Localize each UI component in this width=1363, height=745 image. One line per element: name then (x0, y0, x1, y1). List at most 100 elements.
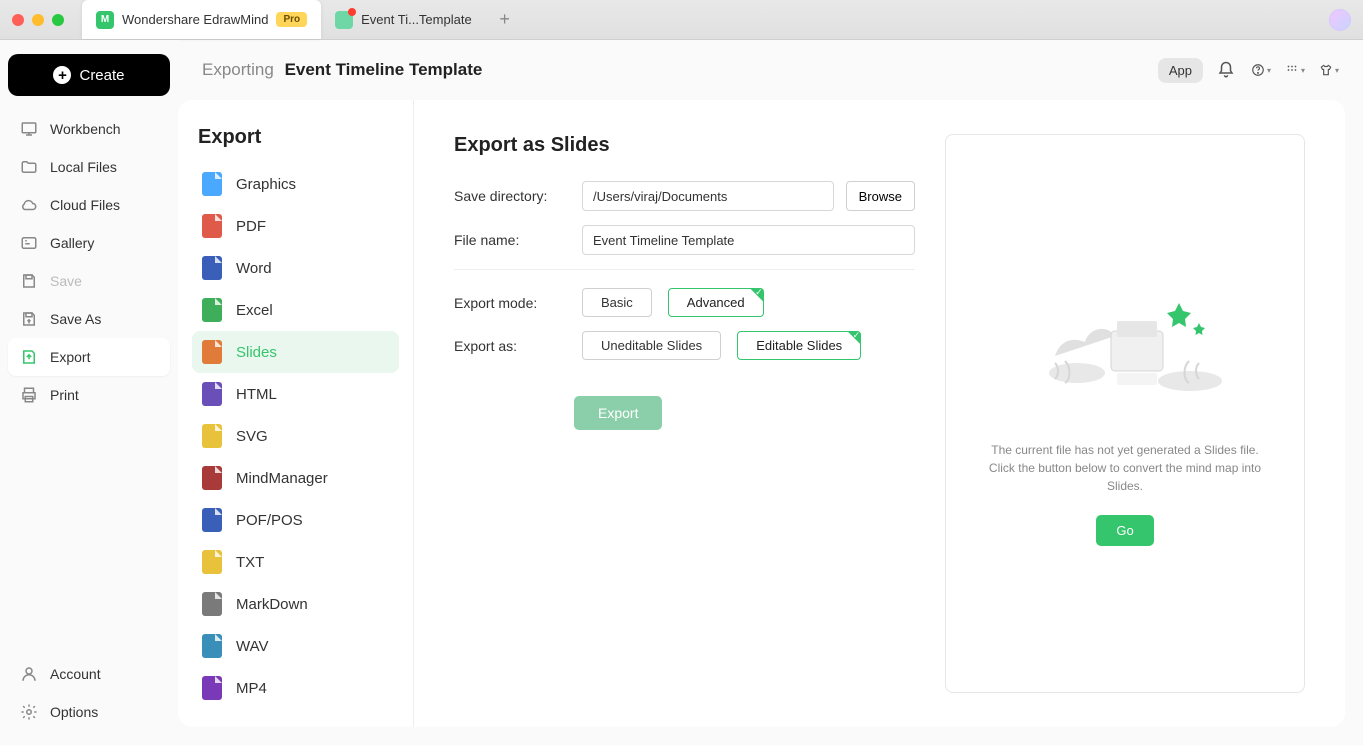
nav-label: Print (50, 387, 79, 403)
breadcrumb-document: Event Timeline Template (285, 60, 483, 79)
format-word[interactable]: Word (192, 247, 399, 289)
graphics-icon (202, 172, 222, 196)
sidebar-item-gallery[interactable]: Gallery (8, 224, 170, 262)
sidebar: + Create Workbench Local Files Cloud Fil… (0, 40, 178, 745)
slides-icon (202, 340, 222, 364)
nav-label: Options (50, 704, 98, 720)
svg-icon (202, 424, 222, 448)
html-icon (202, 382, 222, 406)
sidebar-item-workbench[interactable]: Workbench (8, 110, 170, 148)
window-tabs: M Wondershare EdrawMind Pro Event Ti...T… (82, 0, 518, 39)
save-as-icon (20, 310, 38, 328)
document-icon (335, 11, 353, 29)
form-title: Export as Slides (454, 134, 915, 157)
format-svg[interactable]: SVG (192, 415, 399, 457)
as-editable-button[interactable]: Editable Slides (737, 331, 861, 360)
format-graphics[interactable]: Graphics (192, 163, 399, 205)
folder-icon (20, 158, 38, 176)
print-icon (20, 386, 38, 404)
format-label: TXT (236, 554, 264, 571)
nav-label: Cloud Files (50, 197, 120, 213)
format-label: MarkDown (236, 596, 308, 613)
window-titlebar: M Wondershare EdrawMind Pro Event Ti...T… (0, 0, 1363, 40)
sidebar-item-export[interactable]: Export (8, 338, 170, 376)
mode-advanced-button[interactable]: Advanced (668, 288, 764, 317)
word-icon (202, 256, 222, 280)
divider (454, 269, 915, 270)
workbench-icon (20, 120, 38, 138)
help-icon[interactable]: ▾ (1251, 60, 1271, 80)
nav-label: Workbench (50, 121, 121, 137)
save-dir-input[interactable] (582, 181, 834, 211)
minimize-button[interactable] (32, 14, 44, 26)
breadcrumb-prefix: Exporting (202, 60, 274, 79)
format-html[interactable]: HTML (192, 373, 399, 415)
app-icon: M (96, 11, 114, 29)
sidebar-item-account[interactable]: Account (8, 655, 170, 693)
as-uneditable-button[interactable]: Uneditable Slides (582, 331, 721, 360)
sidebar-item-save-as[interactable]: Save As (8, 300, 170, 338)
format-txt[interactable]: TXT (192, 541, 399, 583)
format-label: HTML (236, 386, 277, 403)
user-avatar[interactable] (1329, 9, 1351, 31)
excel-icon (202, 298, 222, 322)
export-button[interactable]: Export (574, 396, 662, 430)
format-label: Slides (236, 344, 277, 361)
bell-icon[interactable] (1217, 60, 1237, 80)
format-label: Graphics (236, 176, 296, 193)
tab-label: Event Ti...Template (361, 12, 472, 27)
breadcrumb: Exporting Event Timeline Template (202, 60, 482, 80)
tab-app[interactable]: M Wondershare EdrawMind Pro (82, 0, 321, 39)
format-mindmanager[interactable]: MindManager (192, 457, 399, 499)
sidebar-item-local-files[interactable]: Local Files (8, 148, 170, 186)
pro-badge: Pro (276, 12, 307, 27)
wav-icon (202, 634, 222, 658)
export-icon (20, 348, 38, 366)
save-icon (20, 272, 38, 290)
mp4-icon (202, 676, 222, 700)
close-button[interactable] (12, 14, 24, 26)
topbar: Exporting Event Timeline Template App ▾ … (178, 40, 1363, 100)
format-label: MP4 (236, 680, 267, 697)
file-name-input[interactable] (582, 225, 915, 255)
mindmanager-icon (202, 466, 222, 490)
nav-label: Account (50, 666, 101, 682)
format-markdown[interactable]: MarkDown (192, 583, 399, 625)
mode-basic-button[interactable]: Basic (582, 288, 652, 317)
browse-button[interactable]: Browse (846, 181, 915, 211)
format-pofpos[interactable]: POF/POS (192, 499, 399, 541)
nav-label: Save As (50, 311, 101, 327)
format-excel[interactable]: Excel (192, 289, 399, 331)
gallery-icon (20, 234, 38, 252)
format-label: WAV (236, 638, 269, 655)
create-button[interactable]: + Create (8, 54, 170, 96)
go-button[interactable]: Go (1096, 515, 1153, 546)
markdown-icon (202, 592, 222, 616)
content-area: Exporting Event Timeline Template App ▾ … (178, 40, 1363, 745)
new-tab-button[interactable]: + (492, 7, 518, 33)
preview-pane: The current file has not yet generated a… (945, 134, 1305, 693)
grid-icon[interactable]: ▾ (1285, 60, 1305, 80)
sidebar-item-save: Save (8, 262, 170, 300)
sidebar-item-cloud-files[interactable]: Cloud Files (8, 186, 170, 224)
create-label: Create (79, 67, 124, 84)
app-chip[interactable]: App (1158, 58, 1203, 83)
export-title: Export (198, 126, 399, 149)
maximize-button[interactable] (52, 14, 64, 26)
tab-document[interactable]: Event Ti...Template (321, 0, 486, 39)
sidebar-item-print[interactable]: Print (8, 376, 170, 414)
plus-icon: + (53, 66, 71, 84)
format-wav[interactable]: WAV (192, 625, 399, 667)
nav-label: Export (50, 349, 90, 365)
sidebar-item-options[interactable]: Options (8, 693, 170, 731)
tshirt-icon[interactable]: ▾ (1319, 60, 1339, 80)
topbar-actions: App ▾ ▾ ▾ (1158, 58, 1339, 83)
format-slides[interactable]: Slides (192, 331, 399, 373)
gear-icon (20, 703, 38, 721)
save-dir-label: Save directory: (454, 188, 570, 204)
format-mp4[interactable]: MP4 (192, 667, 399, 709)
format-label: Excel (236, 302, 273, 319)
format-pdf[interactable]: PDF (192, 205, 399, 247)
file-name-label: File name: (454, 232, 570, 248)
export-format-list: Export Graphics PDF Word Excel Slides HT… (178, 100, 414, 727)
